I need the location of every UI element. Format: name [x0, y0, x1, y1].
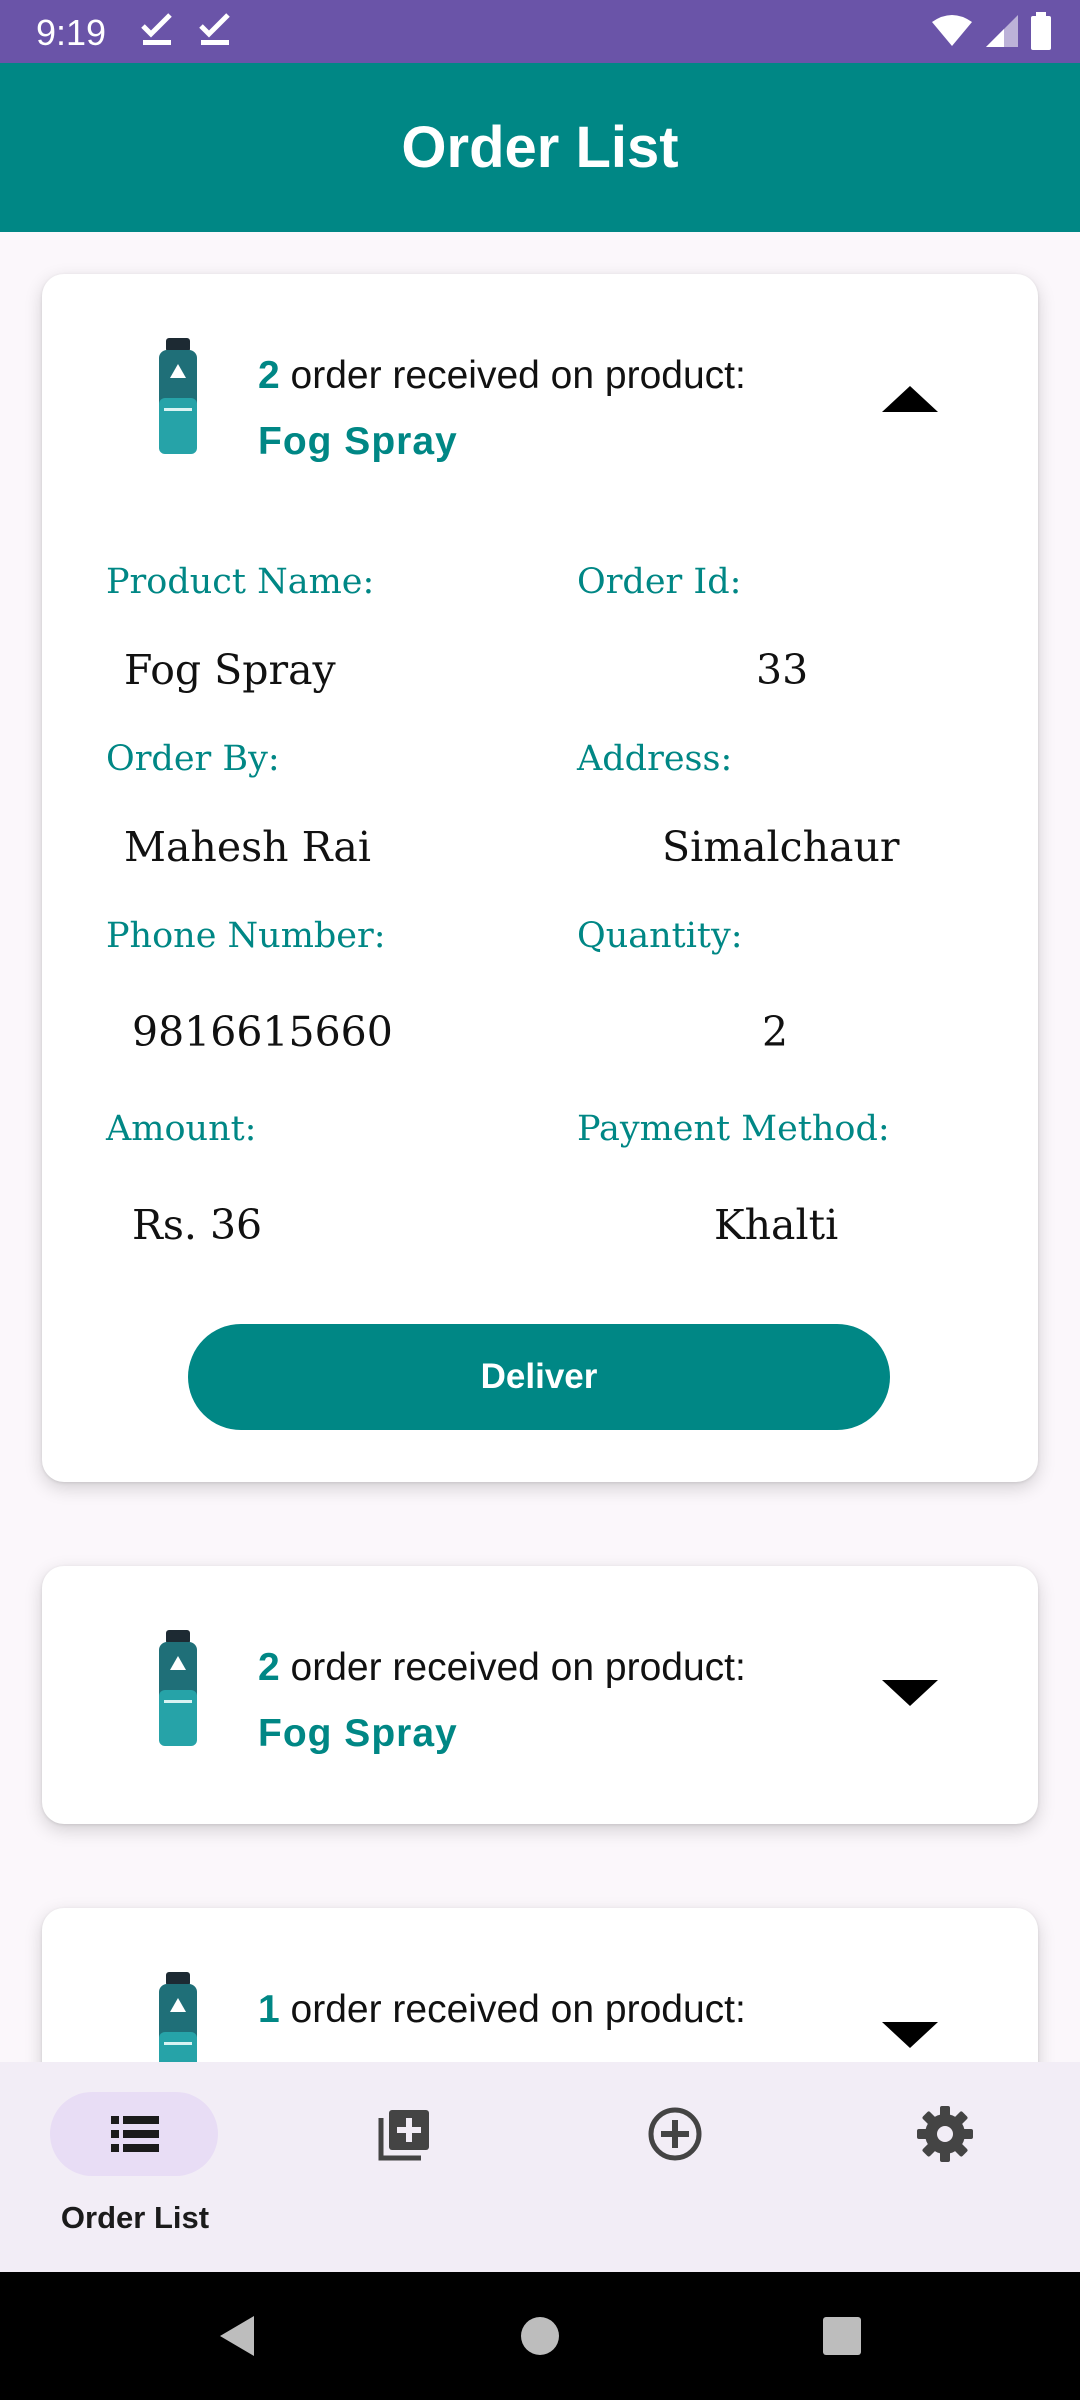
back-icon[interactable]: [214, 2312, 262, 2360]
list-icon: [111, 2116, 159, 2152]
product-name-value: Fog Spray: [124, 646, 336, 694]
product-name: Fog Spray: [258, 420, 458, 463]
order-card: 2 order received on product: Fog Spray: [42, 1566, 1038, 1824]
address-label: Address:: [577, 739, 733, 779]
order-by-value: Mahesh Rai: [124, 823, 371, 871]
product-name-label: Product Name:: [106, 562, 375, 602]
page-title: Order List: [401, 115, 679, 180]
nav-item-add-product[interactable]: [320, 2092, 490, 2232]
phone-label: Phone Number:: [106, 916, 386, 956]
nav-label: Order List: [60, 2200, 210, 2235]
order-summary: 2 order received on product:: [258, 1646, 746, 1690]
status-bar: 9:19: [0, 0, 1080, 63]
order-card: 1 order received on product:: [42, 1908, 1038, 2062]
order-count: 2: [258, 354, 280, 397]
order-by-label: Order By:: [106, 739, 280, 779]
product-image: [159, 338, 197, 454]
product-name: Fog Spray: [258, 1712, 458, 1755]
order-count: 1: [258, 1988, 280, 2031]
order-card-header[interactable]: 1 order received on product:: [42, 1908, 1038, 2062]
order-summary: 1 order received on product:: [258, 1988, 746, 2032]
product-image: [159, 1630, 197, 1746]
order-summary-text: order received on product:: [290, 354, 746, 397]
order-summary-text: order received on product:: [290, 1988, 746, 2031]
battery-icon: [1031, 12, 1051, 50]
system-navigation: [0, 2272, 1080, 2400]
app-bar: Order List: [0, 63, 1080, 232]
nav-item-order-list[interactable]: Order List: [50, 2092, 220, 2235]
order-card: 2 order received on product: Fog Spray P…: [42, 274, 1038, 1482]
order-list[interactable]: 2 order received on product: Fog Spray P…: [0, 232, 1080, 2062]
order-summary: 2 order received on product:: [258, 354, 746, 398]
check-icon: [141, 13, 172, 45]
expand-arrow-icon[interactable]: [882, 1676, 938, 1708]
home-icon[interactable]: [516, 2312, 564, 2360]
order-summary-text: order received on product:: [290, 1646, 746, 1689]
payment-method-value: Khalti: [714, 1201, 839, 1249]
signal-icon: [986, 15, 1018, 47]
recents-icon[interactable]: [818, 2312, 866, 2360]
order-id-label: Order Id:: [577, 562, 742, 602]
payment-method-label: Payment Method:: [577, 1109, 890, 1149]
quantity-value: 2: [762, 1008, 789, 1056]
deliver-button[interactable]: Deliver: [188, 1324, 890, 1430]
add-library-icon: [378, 2110, 429, 2161]
add-circle-icon: [648, 2107, 702, 2161]
nav-item-add[interactable]: [590, 2092, 760, 2232]
status-icons: [930, 12, 1052, 50]
wifi-icon: [932, 15, 972, 46]
settings-icon: [917, 2106, 973, 2162]
check-icon: [199, 13, 230, 45]
order-card-header[interactable]: 2 order received on product: Fog Spray: [42, 274, 1038, 532]
address-value: Simalchaur: [662, 823, 900, 871]
phone-value: 9816615660: [132, 1008, 393, 1056]
status-time: 9:19: [36, 12, 107, 53]
product-image: [159, 1972, 197, 2062]
order-count: 2: [258, 1646, 280, 1689]
nav-item-settings[interactable]: [860, 2092, 1030, 2232]
expand-arrow-icon[interactable]: [882, 2018, 938, 2050]
bottom-navigation: Order List: [0, 2062, 1080, 2272]
order-id-value: 33: [756, 646, 809, 694]
quantity-label: Quantity:: [577, 916, 743, 956]
amount-value: Rs. 36: [132, 1201, 263, 1249]
amount-label: Amount:: [106, 1109, 257, 1149]
order-card-header[interactable]: 2 order received on product: Fog Spray: [42, 1566, 1038, 1824]
collapse-arrow-icon[interactable]: [882, 384, 938, 416]
